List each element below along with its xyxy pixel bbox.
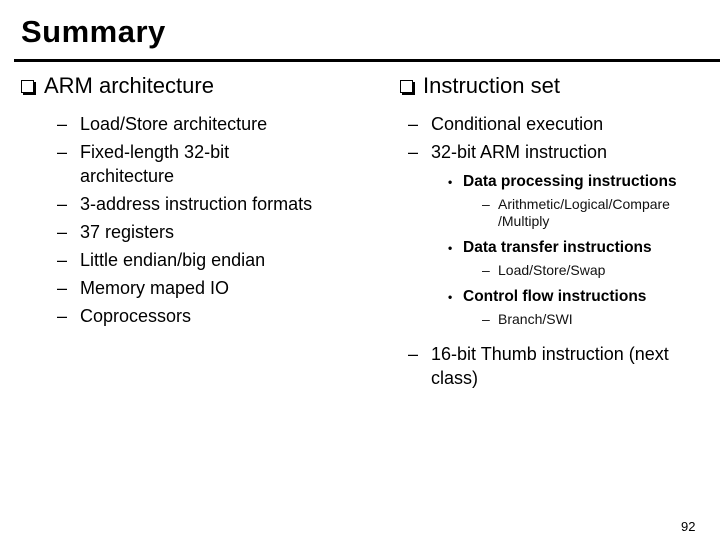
heading-text: Instruction set bbox=[423, 73, 560, 98]
dash-bullet-icon: – bbox=[57, 194, 68, 214]
dash-bullet-icon: – bbox=[408, 344, 419, 364]
sub-list-item: • Control flow instructions bbox=[448, 288, 647, 305]
detail-item: – Branch/SWI bbox=[482, 311, 573, 327]
checkbox-bullet-icon bbox=[400, 80, 413, 93]
dot-bullet-icon: • bbox=[448, 290, 453, 304]
section-heading: Instruction set bbox=[400, 70, 710, 102]
detail-item: – Load/Store/Swap bbox=[482, 262, 606, 278]
section-heading: ARM architecture bbox=[21, 70, 351, 102]
list-item: – Memory maped IO bbox=[57, 278, 230, 298]
heading-text: ARM architecture bbox=[44, 73, 214, 98]
right-column: Instruction set – Conditional execution –… bbox=[400, 70, 710, 390]
list-item: – Coprocessors bbox=[57, 306, 192, 326]
checkbox-bullet-icon bbox=[21, 80, 34, 93]
left-column: ARM architecture – Load/Store architectur… bbox=[21, 70, 351, 328]
list-item: –3-address instruction formats bbox=[57, 194, 313, 214]
page-number: 92 bbox=[681, 519, 696, 534]
dash-bullet-icon: – bbox=[408, 142, 419, 162]
list-item: –16-bit Thumb instruction (next class) bbox=[408, 344, 669, 388]
dash-bullet-icon: – bbox=[57, 306, 68, 326]
slide-title: Summary bbox=[21, 14, 166, 49]
dash-bullet-icon: – bbox=[57, 250, 68, 270]
dot-bullet-icon: • bbox=[448, 241, 453, 255]
detail-item: – Arithmetic/Logical/Compare /Multiply bbox=[482, 196, 670, 229]
dash-bullet-icon: – bbox=[57, 278, 68, 298]
dash-bullet-icon: – bbox=[57, 114, 68, 134]
list-item: – Fixed-length 32-bit architecture bbox=[57, 142, 230, 186]
dash-bullet-icon: – bbox=[482, 262, 490, 278]
sub-list-item: • Data processing instructions bbox=[448, 173, 677, 190]
list-item: – Conditional execution bbox=[408, 114, 604, 134]
list-item: –37 registers bbox=[57, 222, 175, 242]
list-item: – Little endian/big endian bbox=[57, 250, 266, 270]
dash-bullet-icon: – bbox=[408, 114, 419, 134]
list-item: – Load/Store architecture bbox=[57, 114, 268, 134]
list-item: –32-bit ARM instruction bbox=[408, 142, 608, 162]
dash-bullet-icon: – bbox=[57, 142, 68, 162]
dash-bullet-icon: – bbox=[482, 311, 490, 327]
dash-bullet-icon: – bbox=[57, 222, 68, 242]
sub-list-item: • Data transfer instructions bbox=[448, 239, 652, 256]
dash-bullet-icon: – bbox=[482, 196, 490, 212]
title-divider bbox=[14, 59, 720, 62]
dot-bullet-icon: • bbox=[448, 175, 453, 189]
